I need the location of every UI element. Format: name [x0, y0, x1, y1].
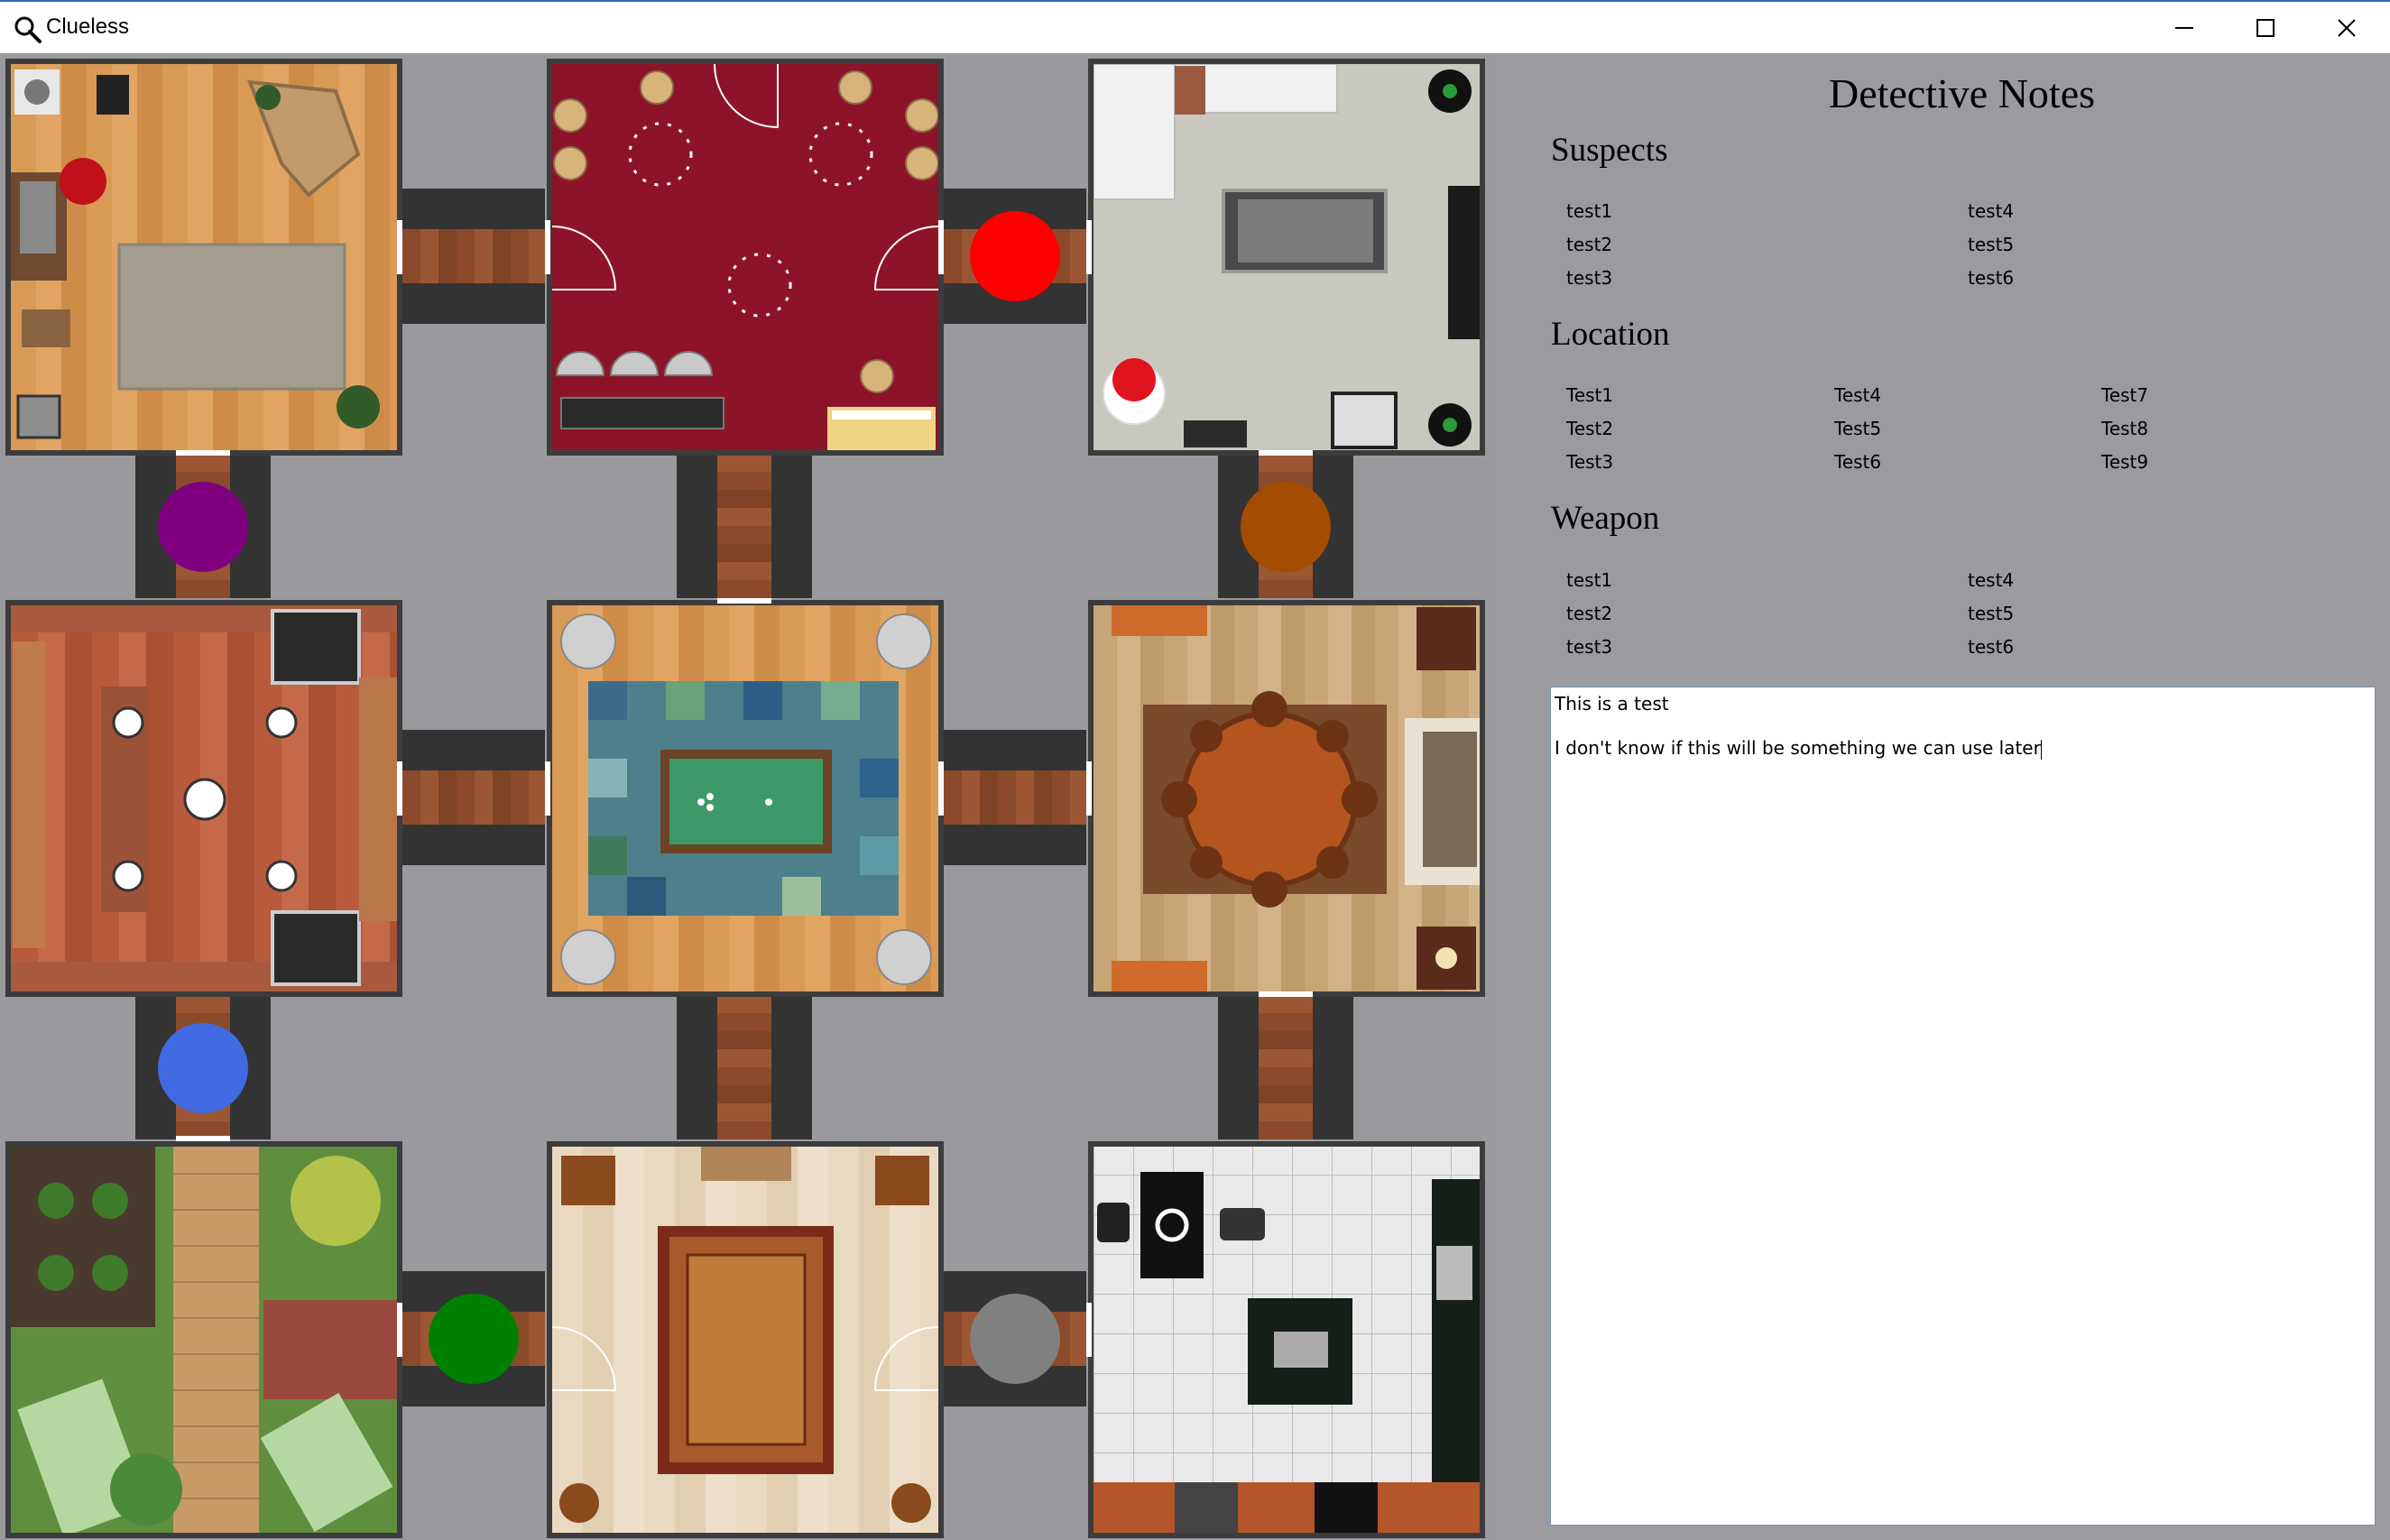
- window-title: Clueless: [46, 14, 130, 39]
- room-lounge[interactable]: [547, 59, 944, 456]
- library-furniture: [11, 605, 397, 991]
- player-token-purple[interactable]: [158, 482, 248, 572]
- close-button[interactable]: [2305, 2, 2388, 53]
- billiard-furniture: [560, 613, 932, 985]
- minimize-button[interactable]: [2143, 2, 2226, 53]
- notes-title: Detective Notes: [1828, 70, 2096, 116]
- door: [397, 1303, 402, 1357]
- player-token-grey[interactable]: [970, 1294, 1060, 1384]
- minimize-icon: [2175, 26, 2193, 29]
- door: [938, 220, 944, 274]
- suspect-item[interactable]: test1: [1566, 200, 1612, 222]
- room-library[interactable]: [5, 600, 402, 997]
- hallway-4-5[interactable]: [402, 730, 545, 865]
- weapon-item[interactable]: test2: [1566, 603, 1612, 624]
- location-item[interactable]: Test8: [2101, 418, 2148, 439]
- door: [1086, 220, 1092, 274]
- detective-notes-panel: Detective Notes Suspects test1 test2 tes…: [1490, 53, 2390, 1540]
- door: [1259, 450, 1313, 456]
- notepad-line-with-caret: I don't know if this will be something w…: [1555, 737, 2042, 760]
- location-item[interactable]: Test4: [1834, 384, 1881, 406]
- location-item[interactable]: Test5: [1834, 418, 1881, 439]
- player-token-orange[interactable]: [1241, 482, 1331, 572]
- magnifier-icon: [14, 16, 42, 43]
- room-dining[interactable]: [1088, 600, 1485, 997]
- location-item[interactable]: Test2: [1566, 418, 1613, 439]
- location-item[interactable]: Test3: [1566, 451, 1613, 473]
- location-heading: Location: [1551, 316, 1670, 353]
- player-token-green[interactable]: [429, 1294, 519, 1384]
- room-garden[interactable]: [5, 1141, 402, 1538]
- hall-furniture: [552, 1147, 938, 1523]
- door: [545, 761, 550, 816]
- door: [1086, 761, 1092, 816]
- suspect-item[interactable]: test3: [1566, 267, 1612, 289]
- door: [176, 450, 230, 456]
- suspect-item[interactable]: test4: [1968, 200, 2014, 222]
- notepad-line: This is a test: [1555, 693, 1669, 715]
- notes-textarea[interactable]: This is a test I don't know if this will…: [1550, 687, 2376, 1526]
- maximize-button[interactable]: [2224, 2, 2307, 53]
- weapon-item[interactable]: test5: [1968, 603, 2014, 624]
- close-icon: [2338, 18, 2356, 37]
- weapon-item[interactable]: test1: [1566, 569, 1612, 591]
- door: [176, 1136, 230, 1141]
- door: [1259, 991, 1313, 997]
- door: [397, 761, 402, 816]
- kitchen-furniture: [1093, 1172, 1480, 1533]
- suspect-item[interactable]: test5: [1968, 234, 2014, 255]
- door: [938, 761, 944, 816]
- door: [1086, 1303, 1092, 1357]
- study-furniture: [11, 69, 380, 439]
- suspects-heading: Suspects: [1551, 132, 1668, 169]
- room-living[interactable]: [1088, 59, 1485, 456]
- weapon-item[interactable]: test3: [1566, 636, 1612, 658]
- weapon-item[interactable]: test6: [1968, 636, 2014, 658]
- lounge-furniture: [552, 64, 938, 450]
- living-furniture: [1093, 64, 1480, 449]
- hallway-5-8[interactable]: [677, 997, 812, 1139]
- text-caret: [2040, 739, 2042, 760]
- player-token-red[interactable]: [970, 211, 1060, 301]
- location-item[interactable]: Test1: [1566, 384, 1613, 406]
- door: [545, 220, 550, 274]
- location-item[interactable]: Test6: [1834, 451, 1881, 473]
- door: [397, 220, 402, 274]
- room-study[interactable]: [5, 59, 402, 456]
- room-kitchen[interactable]: [1088, 1141, 1485, 1538]
- suspect-item[interactable]: test2: [1566, 234, 1612, 255]
- suspect-item[interactable]: test6: [1968, 267, 2014, 289]
- maximize-icon: [2256, 18, 2275, 37]
- location-item[interactable]: Test7: [2101, 384, 2148, 406]
- game-board: [0, 53, 1490, 1540]
- dining-furniture: [1112, 605, 1480, 991]
- hallway-5-6[interactable]: [944, 730, 1086, 865]
- weapon-item[interactable]: test4: [1968, 569, 2014, 591]
- notepad-line: I don't know if this will be something w…: [1555, 737, 2041, 759]
- room-billiard[interactable]: [547, 600, 944, 997]
- room-hall[interactable]: [547, 1141, 944, 1538]
- garden-furniture: [11, 1147, 397, 1533]
- location-item[interactable]: Test9: [2101, 451, 2148, 473]
- hallway-1-2[interactable]: [402, 189, 545, 324]
- player-token-blue[interactable]: [158, 1023, 248, 1113]
- hallway-2-5[interactable]: [677, 456, 812, 598]
- title-bar: Clueless: [0, 0, 2390, 53]
- door: [717, 598, 771, 604]
- weapon-heading: Weapon: [1551, 500, 1660, 537]
- hallway-6-9[interactable]: [1218, 997, 1353, 1139]
